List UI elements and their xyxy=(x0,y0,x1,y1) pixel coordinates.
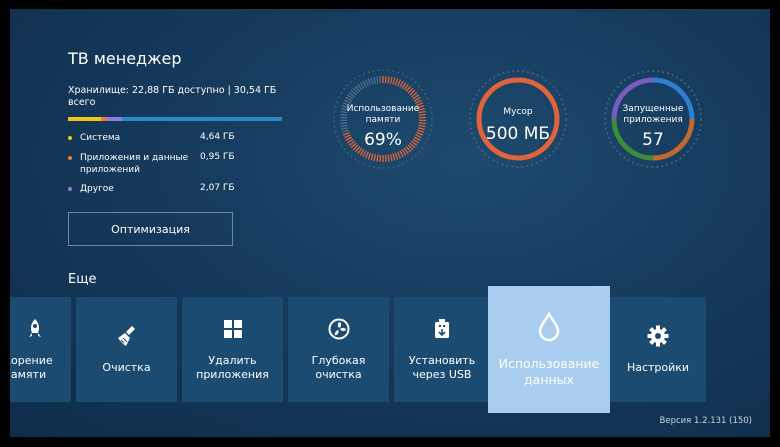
broom-icon xyxy=(116,325,138,347)
legend-dot xyxy=(68,187,72,191)
tile-data-usage[interactable]: Использование данных xyxy=(488,286,610,413)
optimize-button[interactable]: Оптимизация xyxy=(68,212,233,246)
legend-dot xyxy=(68,156,72,160)
more-section-title: Еще xyxy=(68,272,97,287)
legend-value: 0,95 ГБ xyxy=(200,152,235,162)
tile-label: Глубокая очистка xyxy=(311,353,366,381)
tile-label: Настройки xyxy=(626,360,690,374)
grid-icon xyxy=(223,318,243,340)
gauge-label: Использование памяти xyxy=(346,104,420,125)
gauge-value: 500 МБ xyxy=(485,124,551,144)
junk-gauge[interactable]: Мусор 500 МБ xyxy=(467,68,569,170)
storage-bar xyxy=(68,117,282,121)
legend-dot xyxy=(68,136,72,140)
tile-deep-clean[interactable]: Глубокая очистка xyxy=(288,297,389,402)
fan-icon xyxy=(328,318,350,340)
tile-label: Установить через USB xyxy=(408,353,476,381)
tile-label: Очистка xyxy=(102,360,151,374)
legend-value: 2,07 ГБ xyxy=(200,183,235,193)
tile-uninstall-apps[interactable]: Удалить приложения xyxy=(182,297,283,402)
legend-apps: Приложения и данные приложений 0,95 ГБ xyxy=(68,152,268,176)
storage-bar-apps xyxy=(100,117,108,121)
legend-label: Приложения и данные приложений xyxy=(80,153,189,175)
gauge-label: Запущенные приложения xyxy=(622,104,684,125)
junk-gauge-ring xyxy=(469,70,567,168)
tile-label: Использование данных xyxy=(498,355,600,387)
gauge-value: 57 xyxy=(642,130,664,150)
legend-system: Система 4,64 ГБ xyxy=(68,132,268,144)
rocket-icon xyxy=(26,318,44,340)
gauge-label: Мусор xyxy=(503,107,533,117)
running-apps-gauge[interactable]: Запущенные приложения 57 xyxy=(602,68,704,170)
tile-settings[interactable]: Настройки xyxy=(610,297,706,402)
storage-summary: Хранилище: 22,88 ГБ доступно | 30,54 ГБ … xyxy=(68,85,277,108)
tile-install-usb[interactable]: Установить через USB xyxy=(394,297,490,402)
tile-label: корение амяти xyxy=(10,353,53,381)
legend-label: Другое xyxy=(80,184,114,194)
gear-icon xyxy=(647,325,669,347)
tile-cleanup[interactable]: Очистка xyxy=(76,297,177,402)
app-title: ТВ менеджер xyxy=(68,49,182,68)
app-version: Версия 1.2.131 (150) xyxy=(659,416,752,426)
usb-icon xyxy=(432,318,452,340)
storage-bar-other xyxy=(107,117,122,121)
drop-icon xyxy=(537,311,561,342)
tv-manager-screen: ТВ менеджер Хранилище: 22,88 ГБ доступно… xyxy=(10,9,770,437)
gauge-value: 69% xyxy=(364,130,402,150)
storage-bar-system xyxy=(68,117,101,121)
legend-other: Другое 2,07 ГБ xyxy=(68,183,268,195)
tile-label: Удалить приложения xyxy=(196,353,269,381)
legend-label: Система xyxy=(80,133,121,143)
legend-value: 4,64 ГБ xyxy=(200,132,235,142)
tile-memory-boost[interactable]: корение амяти xyxy=(10,297,71,402)
memory-usage-gauge[interactable]: Использование памяти 69% xyxy=(332,68,434,170)
